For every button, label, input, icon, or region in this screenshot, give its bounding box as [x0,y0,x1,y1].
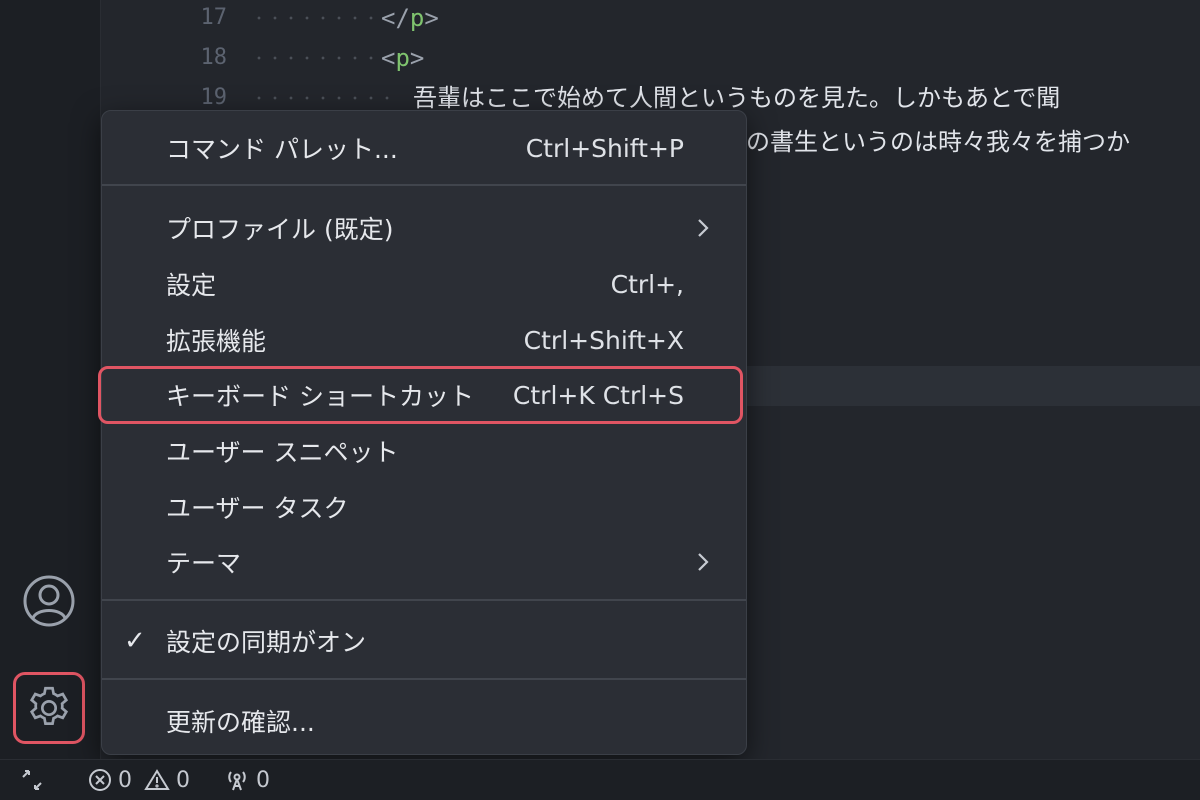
menu-separator [102,599,746,601]
error-icon [89,769,111,791]
menu-item-extensions[interactable]: 拡張機能 Ctrl+Shift+X [102,315,746,365]
menu-item-settings-sync[interactable]: ✓ 設定の同期がオン [102,616,746,666]
menu-item-command-palette[interactable]: コマンド パレット... Ctrl+Shift+P [102,123,746,173]
chevron-right-icon [694,550,712,580]
code-content: <p> [381,44,425,72]
activity-bar [0,0,101,760]
shortcut-label: Ctrl+, [610,269,684,299]
chevron-right-icon [694,216,712,246]
account-button[interactable] [14,566,84,636]
menu-item-theme[interactable]: テーマ [102,537,746,587]
account-icon [23,575,75,627]
indent-whitespace [251,56,377,60]
menu-item-check-updates[interactable]: 更新の確認... [102,696,746,746]
menu-item-keyboard-shortcuts[interactable]: キーボード ショートカット Ctrl+K Ctrl+S [98,366,743,424]
warning-count: 0 [176,767,190,793]
gear-icon [29,686,69,725]
broadcast-icon [228,771,246,791]
indent-whitespace [251,96,401,100]
ports-count: 0 [256,767,270,793]
menu-item-user-snippets[interactable]: ユーザー スニペット [102,426,746,476]
code-line[interactable]: 17 </p> [101,0,1200,38]
menu-item-user-tasks[interactable]: ユーザー タスク [102,482,746,532]
code-text: の書生というのは時々我々を捕つか [746,128,1130,156]
problems-indicator[interactable]: 0 0 [88,768,190,793]
indent-whitespace [251,16,377,20]
menu-separator [102,184,746,186]
warning-icon [144,769,170,790]
line-number: 17 [200,5,228,30]
manage-menu: コマンド パレット... Ctrl+Shift+P プロファイル (既定) 設定… [98,110,747,755]
checkmark-icon: ✓ [124,626,146,656]
shortcut-label: Ctrl+Shift+P [525,133,684,163]
code-content: </p> [381,4,439,32]
remote-icon [22,770,42,790]
menu-item-settings[interactable]: 設定 Ctrl+, [102,259,746,309]
menu-item-profile[interactable]: プロファイル (既定) [102,203,746,253]
ports-indicator[interactable]: 0 [224,767,270,793]
menu-separator [102,678,746,680]
remote-indicator[interactable] [0,767,64,793]
line-number: 18 [200,45,228,70]
shortcut-label: Ctrl+K Ctrl+S [512,380,684,410]
shortcut-label: Ctrl+Shift+X [523,325,684,355]
manage-button[interactable] [13,672,85,744]
error-count: 0 [118,767,132,793]
code-line[interactable]: 18 <p> [101,38,1200,78]
status-bar: 0 0 0 [0,759,1200,800]
